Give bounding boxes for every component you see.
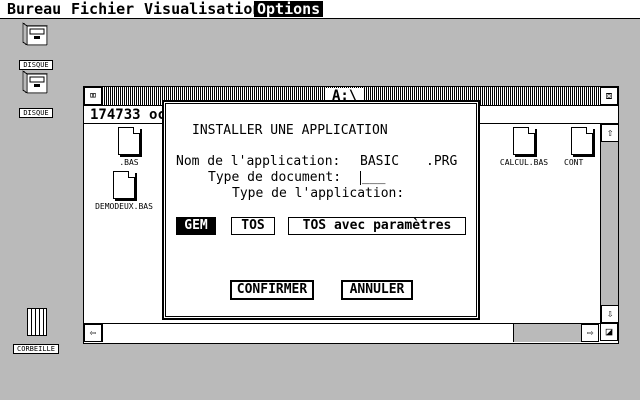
menu-bar: Bureau Fichier Visualisation Options — [0, 0, 640, 19]
confirm-button[interactable]: CONFIRMER — [230, 280, 314, 300]
menu-options[interactable]: Options — [254, 1, 324, 17]
scroll-down-icon[interactable]: ⇩ — [601, 305, 619, 323]
document-icon — [118, 127, 140, 155]
document-icon — [113, 171, 135, 199]
install-application-dialog: INSTALLER UNE APPLICATION Nom de l'appli… — [165, 103, 477, 317]
type-gem-button[interactable]: GEM — [176, 217, 216, 235]
app-name-label: Nom de l'application: — [176, 154, 341, 169]
desktop-drive-label: DISQUE — [19, 60, 53, 70]
document-icon — [571, 127, 593, 155]
file-item[interactable]: .BAS — [94, 127, 164, 167]
scroll-up-icon[interactable]: ⇧ — [601, 124, 619, 142]
file-item[interactable]: DEMODEUX.BAS — [89, 171, 159, 211]
close-icon[interactable]: ⌧ — [84, 87, 102, 105]
type-tos-button[interactable]: TOS — [231, 217, 275, 235]
menu-fichier[interactable]: Fichier — [68, 1, 137, 17]
document-icon — [513, 127, 535, 155]
fullscreen-icon[interactable]: ⧈ — [600, 87, 618, 105]
drawer-icon — [22, 70, 48, 94]
doc-type-label: Type de document: — [208, 170, 342, 185]
menu-visualisation[interactable]: Visualisation — [141, 1, 264, 17]
desktop-drive-a[interactable]: DISQUE — [8, 22, 64, 71]
menu-bureau[interactable]: Bureau — [4, 1, 64, 17]
file-name: .BAS — [119, 158, 139, 167]
desktop-drive-label: DISQUE — [19, 108, 53, 118]
scroll-right-icon[interactable]: ⇨ — [581, 324, 599, 342]
vertical-scrollbar[interactable]: ⇧ ⇩ — [600, 124, 619, 323]
app-name-ext: .PRG — [426, 154, 458, 169]
horizontal-scroll-thumb[interactable] — [102, 324, 514, 342]
file-name: CONT — [564, 158, 584, 167]
dialog-title: INSTALLER UNE APPLICATION — [192, 123, 388, 138]
cancel-button[interactable]: ANNULER — [341, 280, 413, 300]
horizontal-scrollbar[interactable]: ⇦ ⇨ — [84, 323, 600, 342]
resize-icon[interactable]: ◪ — [600, 323, 618, 341]
scroll-left-icon[interactable]: ⇦ — [84, 324, 102, 342]
app-name-field[interactable]: BASIC — [360, 155, 399, 169]
desktop-drive-b[interactable]: DISQUE — [8, 70, 64, 119]
file-name: CALCUL.BAS — [499, 158, 549, 167]
doc-type-field[interactable]: ___ — [360, 171, 385, 185]
file-item[interactable]: CALCUL.BAS — [489, 127, 559, 167]
trash-icon[interactable] — [27, 308, 47, 336]
window-title: A:\ — [326, 88, 364, 104]
file-item[interactable]: CONT — [564, 127, 600, 167]
type-tos-params-button[interactable]: TOS avec paramètres — [288, 217, 466, 235]
app-type-label: Type de l'application: — [232, 186, 405, 201]
trash-label: CORBEILLE — [13, 344, 59, 354]
drawer-icon — [22, 22, 48, 46]
file-name: DEMODEUX.BAS — [95, 202, 153, 211]
scroll-track[interactable] — [513, 324, 581, 342]
trash-label-wrap: CORBEILLE — [8, 336, 64, 355]
